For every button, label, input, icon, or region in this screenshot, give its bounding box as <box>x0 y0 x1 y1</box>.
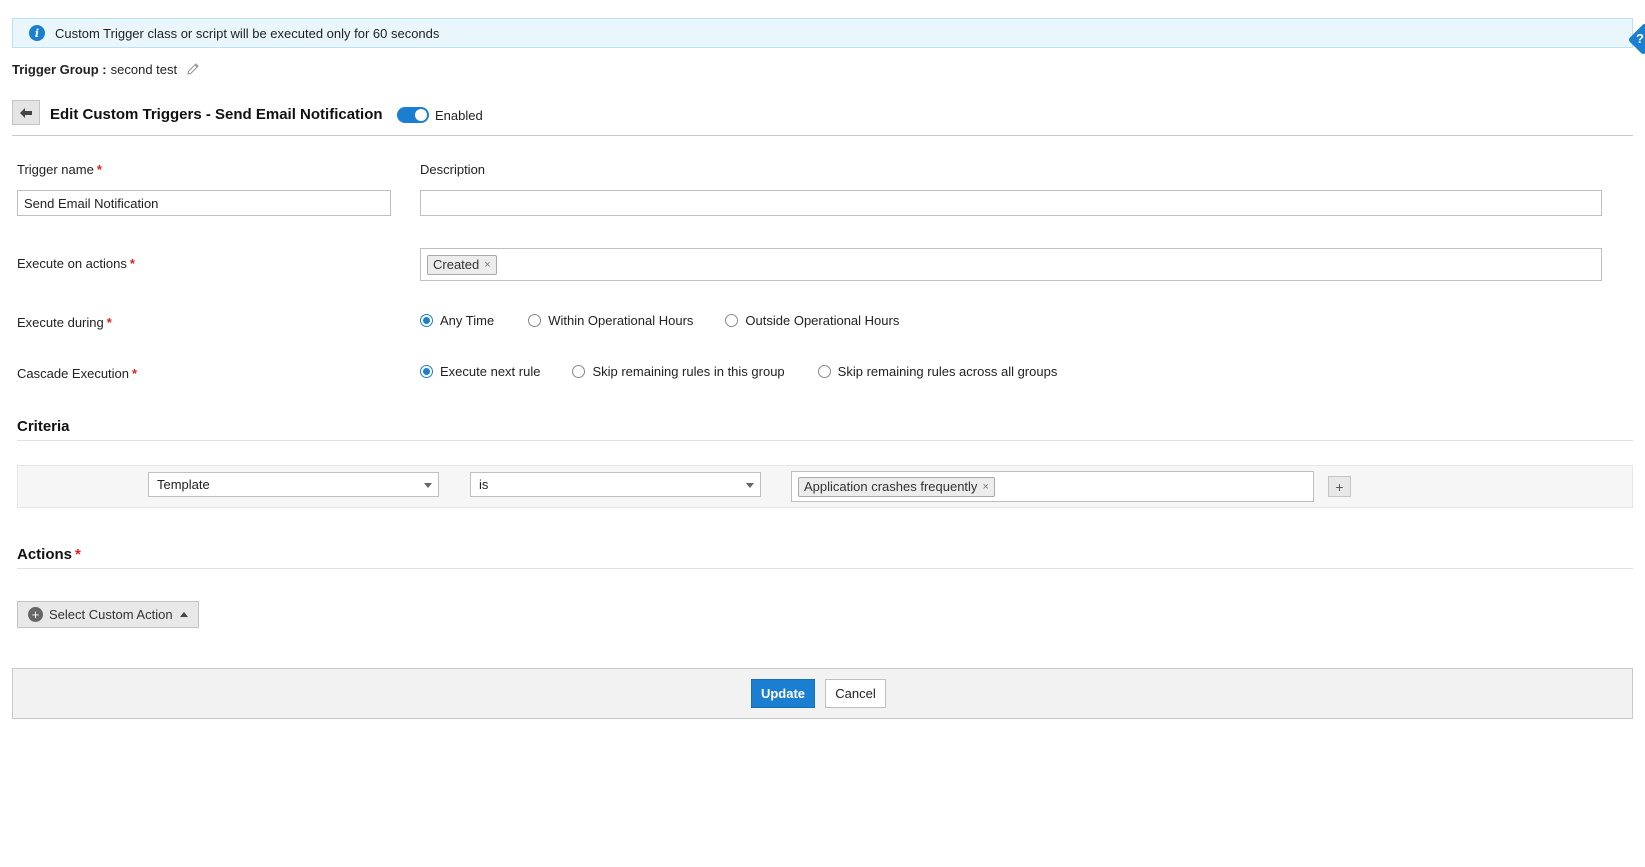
info-icon: i <box>29 25 45 41</box>
radio-within-operational-hours[interactable]: Within Operational Hours <box>528 313 693 328</box>
action-tag-created: Created × <box>427 254 497 275</box>
back-button[interactable] <box>12 100 40 125</box>
radio-selected[interactable] <box>420 314 433 327</box>
required-mark: * <box>106 315 112 330</box>
chevron-up-icon <box>179 612 188 617</box>
criteria-field-select[interactable]: Template <box>148 472 439 497</box>
criteria-operator-select[interactable]: is <box>470 472 761 497</box>
criteria-value-tag: Application crashes frequently × <box>798 476 995 497</box>
page-header: Edit Custom Triggers - Send Email Notifi… <box>12 100 1633 136</box>
select-value: Template <box>157 477 210 492</box>
required-mark: * <box>75 546 81 563</box>
required-mark: * <box>132 366 138 381</box>
description-label: Description <box>420 162 486 177</box>
execute-on-actions-label-text: Execute on actions <box>17 256 127 271</box>
help-icon[interactable]: ? <box>1636 31 1644 46</box>
criteria-divider <box>17 440 1633 441</box>
radio-label: Execute next rule <box>440 364 541 379</box>
page-title: Edit Custom Triggers - Send Email Notifi… <box>50 106 383 123</box>
criteria-title: Criteria <box>17 418 70 435</box>
back-arrow-icon <box>20 107 32 118</box>
radio-unselected[interactable] <box>572 365 586 378</box>
radio-skip-remaining-all-groups[interactable]: Skip remaining rules across all groups <box>817 364 1058 379</box>
trigger-name-label-text: Trigger name <box>17 162 94 177</box>
description-input[interactable] <box>420 190 1602 216</box>
execute-on-actions-input[interactable]: Created × <box>420 248 1602 281</box>
chevron-down-icon <box>424 483 432 488</box>
select-custom-action-button[interactable]: + Select Custom Action <box>17 601 199 628</box>
radio-label: Skip remaining rules in this group <box>592 364 785 379</box>
enabled-toggle[interactable] <box>397 107 429 123</box>
execute-during-label: Execute during * <box>17 315 112 330</box>
radio-execute-next-rule[interactable]: Execute next rule <box>420 364 540 379</box>
cancel-button[interactable]: Cancel <box>825 679 886 708</box>
trigger-name-input[interactable] <box>17 190 391 216</box>
chevron-down-icon <box>746 483 754 488</box>
select-value: is <box>479 477 489 492</box>
criteria-tag-label: Application crashes frequently <box>804 479 978 494</box>
execute-during-label-text: Execute during <box>17 315 104 330</box>
update-button[interactable]: Update <box>751 679 815 708</box>
info-banner: i Custom Trigger class or script will be… <box>12 18 1633 48</box>
trigger-group-label: Trigger Group : <box>12 61 107 77</box>
radio-outside-operational-hours[interactable]: Outside Operational Hours <box>725 313 899 328</box>
radio-any-time[interactable]: Any Time <box>420 313 494 328</box>
plus-circle-icon: + <box>28 607 43 622</box>
execute-on-actions-label: Execute on actions * <box>17 256 135 271</box>
radio-label: Any Time <box>440 313 495 328</box>
trigger-group-line: Trigger Group : second test <box>12 61 201 77</box>
pencil-icon[interactable] <box>185 61 201 77</box>
add-criteria-button[interactable]: + <box>1328 476 1351 497</box>
actions-title: Actions * <box>17 546 81 563</box>
trigger-name-label: Trigger name * <box>17 162 102 177</box>
actions-divider <box>17 568 1633 569</box>
radio-unselected[interactable] <box>817 365 831 378</box>
cascade-execution-radio-group: Execute next rule Skip remaining rules i… <box>420 364 1057 379</box>
execute-during-radio-group: Any Time Within Operational Hours Outsid… <box>420 313 899 328</box>
enabled-label: Enabled <box>435 108 483 123</box>
radio-unselected[interactable] <box>528 314 542 327</box>
criteria-value-input[interactable]: Application crashes frequently × <box>791 471 1314 502</box>
criteria-row: Template is Application crashes frequent… <box>17 465 1633 508</box>
radio-label: Outside Operational Hours <box>745 313 900 328</box>
form-footer: Update Cancel <box>12 668 1633 719</box>
remove-tag-icon[interactable]: × <box>982 481 988 493</box>
required-mark: * <box>96 162 102 177</box>
info-banner-text: Custom Trigger class or script will be e… <box>55 25 440 41</box>
select-custom-action-label: Select Custom Action <box>49 607 173 622</box>
cascade-execution-label: Cascade Execution * <box>17 366 137 381</box>
remove-tag-icon[interactable]: × <box>484 259 490 271</box>
radio-selected[interactable] <box>420 365 433 378</box>
trigger-group-value: second test <box>110 61 178 77</box>
radio-label: Within Operational Hours <box>548 313 694 328</box>
actions-title-text: Actions <box>17 546 73 563</box>
radio-skip-remaining-group[interactable]: Skip remaining rules in this group <box>572 364 785 379</box>
radio-unselected[interactable] <box>725 314 739 327</box>
cascade-execution-label-text: Cascade Execution <box>17 366 130 381</box>
required-mark: * <box>129 256 135 271</box>
radio-label: Skip remaining rules across all groups <box>837 364 1058 379</box>
action-tag-label: Created <box>433 257 480 272</box>
toggle-knob <box>415 109 427 121</box>
